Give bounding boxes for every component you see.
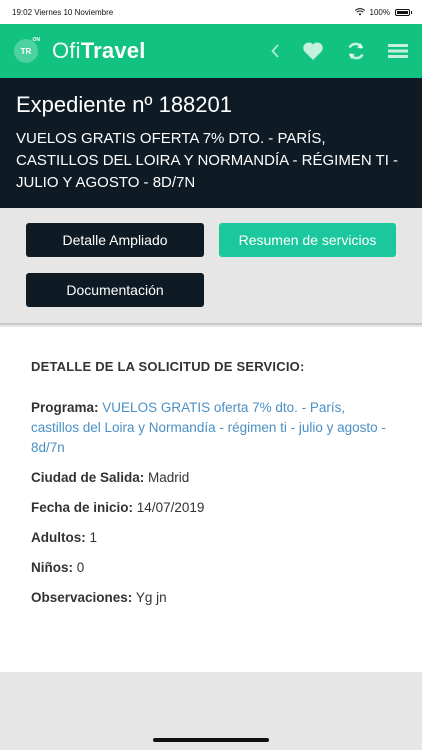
brand-part2: Travel (80, 38, 146, 63)
observaciones-row: Observaciones: Yg jn (31, 588, 391, 608)
ninos-value: 0 (76, 560, 85, 575)
expediente-header: Expediente nº 188201 VUELOS GRATIS OFERT… (0, 78, 422, 208)
app-logo: TR ON (14, 37, 41, 63)
adultos-value: 1 (89, 530, 98, 545)
detalle-ampliado-button[interactable]: Detalle Ampliado (26, 223, 204, 257)
wifi-icon (354, 8, 365, 16)
fecha-label: Fecha de inicio: (31, 500, 134, 515)
ciudad-row: Ciudad de Salida: Madrid (31, 468, 391, 488)
battery-icon (395, 8, 412, 16)
menu-icon[interactable] (388, 43, 408, 59)
ninos-row: Niños: 0 (31, 558, 391, 578)
ciudad-label: Ciudad de Salida: (31, 470, 145, 485)
expediente-description: VUELOS GRATIS OFERTA 7% DTO. - PARÍS, CA… (16, 130, 399, 191)
fecha-row: Fecha de inicio: 14/07/2019 (31, 498, 391, 518)
programa-row: Programa: VUELOS GRATIS oferta 7% dto. -… (31, 398, 391, 458)
battery-percent: 100% (369, 7, 390, 17)
observaciones-label: Observaciones: (31, 590, 133, 605)
brand-part1: Ofi (52, 38, 81, 63)
page-title: Expediente nº 188201 (16, 92, 232, 117)
refresh-icon[interactable] (346, 41, 366, 61)
heart-icon[interactable] (302, 41, 324, 61)
app-actions (270, 41, 408, 61)
status-indicators: 100% (354, 7, 412, 17)
fecha-value: 14/07/2019 (136, 500, 205, 515)
logo-superscript: ON (32, 37, 41, 43)
documentacion-button[interactable]: Documentación (26, 273, 204, 307)
action-buttons: Detalle Ampliado Resumen de servicios Do… (0, 208, 422, 325)
detail-title: DETALLE DE LA SOLICITUD DE SERVICIO: (31, 359, 305, 374)
ciudad-value: Madrid (148, 470, 190, 485)
adultos-row: Adultos: 1 (31, 528, 391, 548)
logo-text: TR (20, 46, 32, 56)
home-indicator[interactable] (153, 738, 269, 742)
status-time: 19:02 Viernes 10 Noviembre (12, 7, 114, 17)
app-brand: OfiTravel (52, 38, 146, 64)
resumen-servicios-button[interactable]: Resumen de servicios (219, 223, 396, 257)
programa-label: Programa: (31, 400, 99, 415)
chevron-left-icon[interactable] (270, 43, 280, 59)
status-bar: 19:02 Viernes 10 Noviembre 100% (0, 0, 422, 24)
observaciones-value: Yg jn (135, 590, 167, 605)
app-bar: TR ON OfiTravel (0, 24, 422, 78)
ninos-label: Niños: (31, 560, 73, 575)
adultos-label: Adultos: (31, 530, 86, 545)
service-detail-panel: DETALLE DE LA SOLICITUD DE SERVICIO: Pro… (0, 327, 422, 672)
